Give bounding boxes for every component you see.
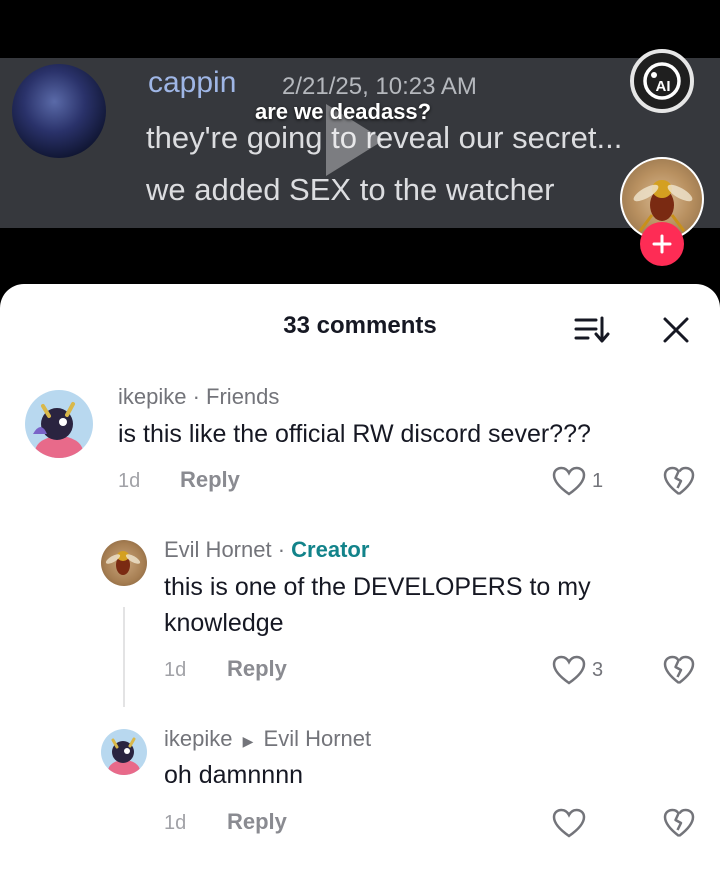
comment-text: is this like the official RW discord sev… — [118, 420, 591, 448]
ai-label-icon[interactable]: AI — [630, 49, 694, 113]
comment-author-name[interactable]: ikepike — [118, 384, 186, 409]
dislike-icon[interactable] — [663, 655, 695, 685]
reply-time: 1d — [164, 812, 187, 834]
comments-count-title: 33 comments — [283, 312, 437, 339]
reply-button[interactable]: Reply — [227, 809, 287, 835]
reply-button[interactable]: Reply — [227, 656, 287, 682]
reply-author[interactable]: Evil Hornet · Creator — [164, 537, 369, 563]
avatar[interactable] — [25, 390, 93, 458]
reply-to-name[interactable]: Evil Hornet — [264, 726, 372, 751]
reply-author[interactable]: ikepike ▶ Evil Hornet — [164, 726, 371, 752]
discord-username: cappin — [148, 66, 237, 99]
heart-icon[interactable] — [552, 655, 586, 685]
reply-author-name[interactable]: ikepike — [164, 726, 232, 751]
reply-text: oh damnnnn — [164, 761, 304, 789]
like-count: 1 — [592, 470, 604, 492]
dislike-icon[interactable] — [663, 466, 695, 496]
reply-arrow-icon: ▶ — [242, 733, 254, 749]
reply-author-name[interactable]: Evil Hornet — [164, 537, 272, 562]
discord-avatar — [12, 64, 106, 158]
plus-icon — [652, 234, 672, 254]
thread-line — [123, 607, 125, 707]
video-caption: are we deadass? — [255, 99, 432, 124]
creator-tag: Creator — [291, 537, 370, 562]
svg-text:AI: AI — [656, 78, 671, 95]
heart-icon[interactable] — [552, 466, 586, 496]
avatar[interactable] — [101, 540, 147, 586]
comment-time: 1d — [118, 470, 141, 492]
sort-icon[interactable] — [574, 314, 610, 346]
like-count: 3 — [592, 659, 604, 681]
reply-button[interactable]: Reply — [180, 467, 240, 493]
friends-tag: Friends — [206, 384, 280, 409]
video-player[interactable]: cappin 2/21/25, 10:23 AM they're going t… — [0, 0, 720, 300]
follow-button[interactable] — [640, 222, 684, 266]
close-icon[interactable] — [660, 314, 692, 346]
avatar[interactable] — [101, 729, 147, 775]
reply-text: this is one of the DEVELOPERS to my know… — [164, 573, 591, 637]
comment-author[interactable]: ikepike · Friends — [118, 384, 279, 410]
discord-timestamp: 2/21/25, 10:23 AM — [282, 73, 477, 100]
reply-time: 1d — [164, 659, 187, 681]
dislike-icon[interactable] — [663, 808, 695, 838]
heart-icon[interactable] — [552, 808, 586, 838]
